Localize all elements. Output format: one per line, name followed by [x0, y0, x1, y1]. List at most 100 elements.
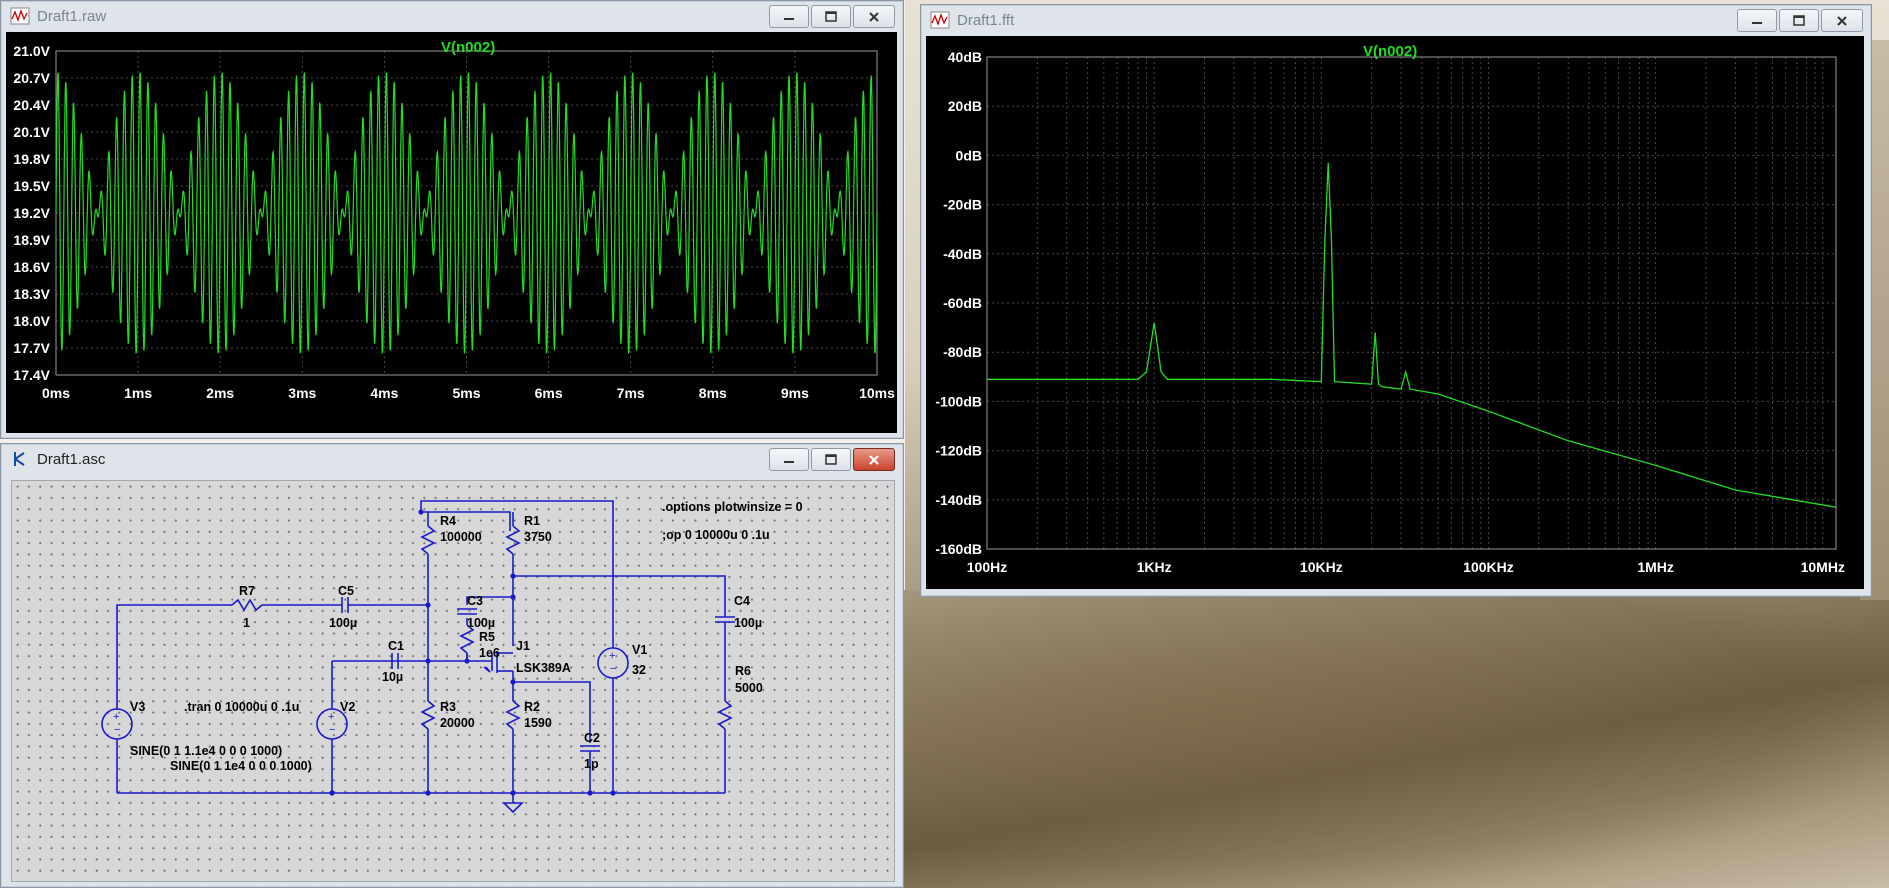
r6-value[interactable]: 5000 [735, 681, 763, 695]
y-tick-label: 18.6V [13, 259, 50, 275]
v2-name[interactable]: V2 [340, 700, 355, 714]
minimize-button[interactable] [1737, 9, 1777, 32]
y-tick-label: 20dB [948, 98, 982, 114]
y-tick-label: 20.4V [13, 97, 50, 113]
c3-name[interactable]: C3 [467, 594, 483, 608]
c5-name[interactable]: C5 [338, 584, 354, 598]
v3-value[interactable]: SINE(0 1 1.1e4 0 0 0 1000) [130, 744, 282, 758]
r4-name[interactable]: R4 [440, 514, 456, 528]
x-tick-label: 8ms [699, 385, 727, 401]
x-tick-label: 0ms [42, 385, 70, 401]
raw-window: Draft1.raw 21.0V 20.7V 20.4V 20.1V 19.8V 19.5… [0, 0, 904, 439]
maximize-button[interactable] [1779, 9, 1819, 32]
v3-name[interactable]: V3 [130, 700, 145, 714]
x-tick-label: 7ms [617, 385, 645, 401]
c2-value[interactable]: 1p [584, 757, 599, 771]
schematic-window-title: Draft1.asc [37, 450, 106, 468]
r7-name[interactable]: R7 [239, 584, 255, 598]
r7-value[interactable]: 1 [243, 616, 250, 630]
y-tick-label: 40dB [948, 49, 982, 65]
y-tick-label: 17.7V [13, 340, 50, 356]
y-tick-label: 20.1V [13, 124, 50, 140]
maximize-button[interactable] [811, 5, 851, 28]
y-tick-label: 18.0V [13, 313, 50, 329]
x-tick-label: 2ms [206, 385, 234, 401]
fft-window-title: Draft1.fft [957, 11, 1015, 29]
wallpaper-image [900, 590, 1889, 888]
maximize-icon [1793, 14, 1805, 26]
y-tick-label: -120dB [935, 443, 982, 459]
r2-name[interactable]: R2 [524, 700, 540, 714]
r5-value[interactable]: 1e6 [479, 646, 500, 660]
x-tick-label: 1KHz [1137, 559, 1172, 575]
y-tick-label: 19.5V [13, 178, 50, 194]
j1-value[interactable]: LSK389A [516, 661, 571, 675]
v2-value[interactable]: SINE(0 1 1e4 0 0 0 1000) [170, 759, 312, 773]
svg-text:−: − [114, 724, 120, 736]
minimize-icon [784, 17, 794, 20]
c1-name[interactable]: C1 [388, 639, 404, 653]
c1-value[interactable]: 10µ [382, 670, 403, 684]
close-button[interactable] [1821, 9, 1863, 32]
y-tick-label: 19.2V [13, 205, 50, 221]
close-button[interactable] [853, 5, 895, 28]
minimize-icon [784, 460, 794, 463]
fft-plot-area[interactable]: 40dB 20dB 0dB -20dB -40dB -60dB -80dB -100dB -12… [926, 36, 1864, 589]
c4-value[interactable]: 100µ [734, 616, 762, 630]
schematic-app-icon [9, 449, 31, 469]
y-tick-label: -100dB [935, 393, 982, 409]
r4-value[interactable]: 100000 [440, 530, 482, 544]
v1-name[interactable]: V1 [632, 643, 647, 657]
raw-plot-area[interactable]: 21.0V 20.7V 20.4V 20.1V 19.8V 19.5V 19.2V 18.9V… [6, 32, 897, 433]
x-tick-label: 4ms [370, 385, 398, 401]
fft-plot-svg: 40dB 20dB 0dB -20dB -40dB -60dB -80dB -100dB -12… [935, 49, 1845, 575]
close-icon [869, 11, 879, 22]
svg-text:+: + [609, 650, 615, 662]
raw-titlebar[interactable]: Draft1.raw [1, 1, 903, 31]
spectrum-trace [987, 162, 1837, 508]
x-tick-label: 100Hz [967, 559, 1007, 575]
raw-trace-label[interactable]: V(n002) [441, 39, 495, 56]
maximize-icon [825, 10, 837, 22]
x-tick-label: 5ms [452, 385, 480, 401]
minimize-button[interactable] [769, 5, 809, 28]
tran-directive[interactable]: .tran 0 10000u 0 .1u [184, 700, 299, 714]
c2-name[interactable]: C2 [584, 731, 600, 745]
j1-name[interactable]: J1 [516, 639, 530, 653]
schematic-canvas[interactable]: + − + − + − .options plotwinsize = 0 ;op… [11, 480, 895, 882]
op-directive[interactable]: ;op 0 10000u 0 .1u [662, 528, 770, 542]
r1-name[interactable]: R1 [524, 514, 540, 528]
x-tick-label: 6ms [535, 385, 563, 401]
fft-trace-label[interactable]: V(n002) [1363, 43, 1417, 60]
r3-name[interactable]: R3 [440, 700, 456, 714]
maximize-icon [825, 453, 837, 465]
y-tick-label: 19.8V [13, 151, 50, 167]
maximize-button[interactable] [811, 448, 851, 471]
r1-value[interactable]: 3750 [524, 530, 552, 544]
schematic-titlebar[interactable]: Draft1.asc [1, 444, 903, 474]
options-directive[interactable]: .options plotwinsize = 0 [662, 500, 803, 514]
v1-value[interactable]: 32 [632, 663, 646, 677]
r6-name[interactable]: R6 [735, 664, 751, 678]
close-icon [869, 454, 879, 465]
close-button[interactable] [853, 448, 895, 471]
fft-window: Draft1.fft 40dB 20dB 0dB -20dB -40dB -60dB -80… [920, 4, 1872, 597]
r2-value[interactable]: 1590 [524, 716, 552, 730]
r3-value[interactable]: 20000 [440, 716, 475, 730]
r5-name[interactable]: R5 [479, 630, 495, 644]
x-tick-label: 10KHz [1300, 559, 1343, 575]
minimize-button[interactable] [769, 448, 809, 471]
svg-text:+: + [113, 711, 119, 723]
y-tick-label: 17.4V [13, 367, 50, 383]
raw-plot-svg: 21.0V 20.7V 20.4V 20.1V 19.8V 19.5V 19.2V 18.9V… [13, 43, 895, 401]
x-tick-label: 10MHz [1801, 559, 1845, 575]
c3-value[interactable]: 100µ [467, 616, 495, 630]
svg-text:+: + [328, 711, 334, 723]
c5-value[interactable]: 100µ [329, 616, 357, 630]
y-tick-label: -60dB [943, 295, 982, 311]
y-tick-label: 20.7V [13, 70, 50, 86]
c4-name[interactable]: C4 [734, 594, 750, 608]
x-tick-label: 1ms [124, 385, 152, 401]
fft-titlebar[interactable]: Draft1.fft [921, 5, 1871, 35]
y-tick-label: -140dB [935, 492, 982, 508]
